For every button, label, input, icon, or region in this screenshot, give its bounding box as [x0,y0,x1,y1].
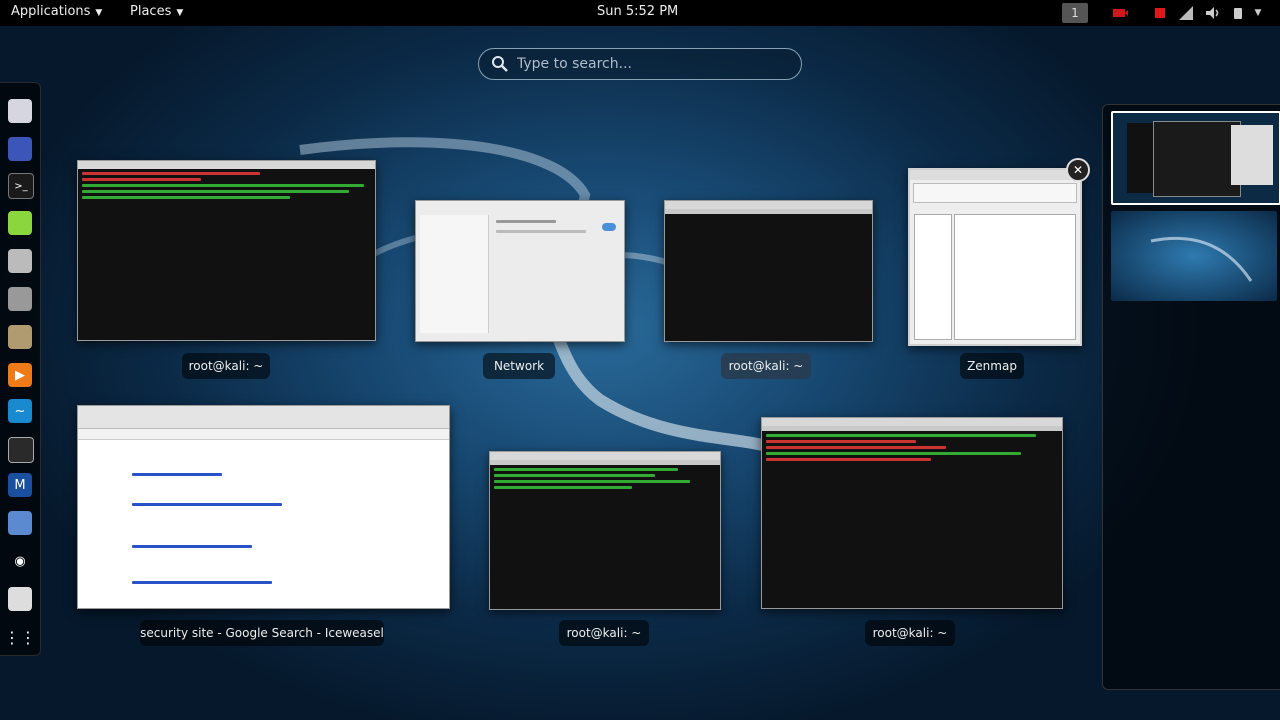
clock[interactable]: Sun 5:52 PM [597,4,678,19]
green-app-icon[interactable] [8,211,32,235]
wave-icon[interactable]: ~ [8,399,32,423]
wrench-icon[interactable] [8,287,32,311]
workspace-indicator[interactable]: 1 [1062,3,1088,23]
folder-icon[interactable] [8,511,32,535]
search-icon [492,56,508,72]
stop-icon[interactable] [1152,3,1168,23]
window-label[interactable]: root@kali: ~ [865,620,955,646]
show-apps-icon[interactable]: ⋮⋮ [4,625,36,649]
shield-icon[interactable]: M [8,473,32,497]
window-terminal-3[interactable] [489,451,721,610]
window-label[interactable]: root@kali: ~ [721,353,811,379]
package-icon[interactable] [8,325,32,349]
window-label[interactable]: security site - Google Search - Icewease… [140,620,384,646]
applications-menu[interactable]: Applications ▼ [11,4,102,19]
hook-icon[interactable] [8,437,34,463]
workspace-switcher [1102,104,1280,690]
window-iceweasel[interactable] [77,405,450,609]
window-label[interactable]: root@kali: ~ [559,620,649,646]
workspace-thumbnail-2[interactable] [1111,211,1277,301]
settings-icon[interactable] [8,587,32,611]
window-zenmap[interactable] [908,168,1082,346]
system-menu-arrow-icon[interactable]: ▼ [1252,3,1264,23]
window-terminal-2[interactable] [664,200,873,342]
dash: >_ ▶ ~ M ◉ ⋮⋮ [0,82,41,656]
database-icon[interactable] [8,99,32,123]
recording-icon[interactable] [1110,3,1130,23]
close-window-button[interactable]: ✕ [1066,158,1090,182]
terminal-icon[interactable]: >_ [8,173,34,199]
window-label[interactable]: root@kali: ~ [182,353,270,379]
window-network[interactable] [415,200,625,342]
window-label[interactable]: Zenmap [960,353,1024,379]
media-player-icon[interactable]: ▶ [8,363,32,387]
app-icon[interactable] [8,137,32,161]
top-panel: Applications ▼ Places ▼ Sun 5:52 PM 1 ▼ [0,0,1280,26]
signal-icon[interactable] [1178,3,1194,23]
places-menu[interactable]: Places ▼ [130,4,183,19]
window-terminal-4[interactable] [761,417,1063,609]
volume-icon[interactable] [1204,3,1222,23]
search-box[interactable] [478,48,802,80]
workspace-thumbnail-1[interactable] [1111,111,1280,205]
window-label[interactable]: Network [483,353,555,379]
eye-icon[interactable]: ◉ [8,549,32,573]
file-icon[interactable] [8,249,32,273]
power-icon[interactable] [1230,3,1248,23]
search-input[interactable] [515,55,779,73]
window-terminal-1[interactable] [77,160,376,341]
